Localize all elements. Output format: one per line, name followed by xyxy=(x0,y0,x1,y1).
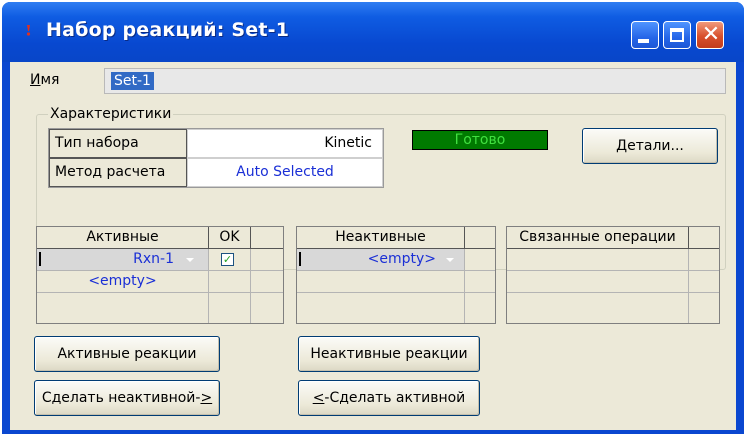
dialog-client-area: Имя Set-1 Характеристики Тип набора Kine… xyxy=(10,62,736,430)
status-indicator: Готово xyxy=(412,130,548,150)
inactive-header-filler xyxy=(465,227,495,249)
name-input-value: Set-1 xyxy=(111,72,154,90)
inactive-row-2-filler xyxy=(465,271,495,293)
window-title: Набор реакций: Set-1 xyxy=(46,19,290,41)
active-row-2-filler xyxy=(251,271,283,293)
dialog-window: Набор реакций: Set-1 ✕ Имя Set-1 Характе… xyxy=(2,2,744,434)
set-type-key: Тип набора xyxy=(49,129,187,158)
close-button[interactable]: ✕ xyxy=(696,21,724,49)
name-label: Имя xyxy=(30,72,59,88)
linked-header[interactable]: Связанные операции xyxy=(507,227,689,249)
active-empty-area-ok xyxy=(209,293,251,323)
linked-operations-grid[interactable]: Связанные операции xyxy=(506,226,720,324)
make-active-button[interactable]: <-Сделать активной xyxy=(298,380,480,416)
characteristics-legend: Характеристики xyxy=(48,106,174,122)
close-icon: ✕ xyxy=(701,22,721,47)
active-row-2[interactable]: <empty> xyxy=(37,271,209,293)
minimize-icon xyxy=(638,39,649,43)
properties-table: Тип набора Kinetic Метод расчета Auto Se… xyxy=(48,128,384,188)
active-header-filler xyxy=(251,227,283,249)
chevron-down-icon[interactable] xyxy=(186,258,194,262)
active-header[interactable]: Активные xyxy=(37,227,209,249)
inactive-row-2[interactable] xyxy=(297,271,465,293)
name-label-rest: мя xyxy=(40,72,60,88)
ok-checkbox[interactable]: ✓ xyxy=(221,253,234,266)
inactive-header[interactable]: Неактивные xyxy=(297,227,465,249)
active-row-2-ok[interactable] xyxy=(209,271,251,293)
make-active-accel: < xyxy=(312,390,325,406)
active-row-1-filler xyxy=(251,249,283,271)
inactive-empty-area xyxy=(297,293,465,323)
active-reactions-button[interactable]: Активные реакции xyxy=(34,336,220,372)
minimize-button[interactable] xyxy=(631,21,659,49)
row-caret xyxy=(39,252,41,266)
chevron-down-icon[interactable] xyxy=(446,258,454,262)
linked-empty-area xyxy=(507,293,689,323)
app-icon xyxy=(26,25,31,36)
linked-row-1-filler xyxy=(689,249,719,271)
name-input[interactable]: Set-1 xyxy=(104,68,726,94)
title-bar[interactable]: Набор реакций: Set-1 ✕ xyxy=(2,2,744,62)
active-row-1[interactable]: Rxn-1 xyxy=(37,249,209,271)
name-label-accel: И xyxy=(30,72,41,88)
calc-method-value[interactable]: Auto Selected xyxy=(187,158,383,187)
set-type-value[interactable]: Kinetic xyxy=(187,129,383,158)
row-caret xyxy=(299,252,301,266)
details-label: етали... xyxy=(627,138,684,154)
linked-row-1[interactable] xyxy=(507,249,689,271)
inactive-row-1-filler xyxy=(465,249,495,271)
maximize-icon xyxy=(670,28,684,42)
active-row-2-name: <empty> xyxy=(88,273,157,289)
make-inactive-accel: > xyxy=(200,390,213,406)
linked-empty-area-filler xyxy=(689,293,719,323)
inactive-row-1-name: <empty> xyxy=(367,251,436,267)
active-row-1-ok[interactable]: ✓ xyxy=(209,249,251,271)
active-row-1-name: Rxn-1 xyxy=(133,251,174,267)
active-empty-area-filler xyxy=(251,293,283,323)
active-reactions-grid[interactable]: Активные OK Rxn-1 ✓ <empty> xyxy=(36,226,284,324)
inactive-reactions-button[interactable]: Неактивные реакции xyxy=(298,336,480,372)
linked-row-2-filler xyxy=(689,271,719,293)
linked-row-2[interactable] xyxy=(507,271,689,293)
make-inactive-label: Сделать неактивной- xyxy=(41,390,201,406)
inactive-empty-area-filler xyxy=(465,293,495,323)
calc-method-key: Метод расчета xyxy=(49,158,187,187)
make-inactive-button[interactable]: Сделать неактивной-> xyxy=(34,380,220,416)
inactive-reactions-grid[interactable]: Неактивные <empty> xyxy=(296,226,496,324)
details-button[interactable]: Детали... xyxy=(582,128,718,164)
inactive-row-1[interactable]: <empty> xyxy=(297,249,465,271)
maximize-button[interactable] xyxy=(663,21,691,49)
active-empty-area xyxy=(37,293,209,323)
linked-header-filler xyxy=(689,227,719,249)
make-active-label: -Сделать активной xyxy=(324,390,466,406)
details-accel: Д xyxy=(616,138,628,154)
ok-header[interactable]: OK xyxy=(209,227,251,249)
